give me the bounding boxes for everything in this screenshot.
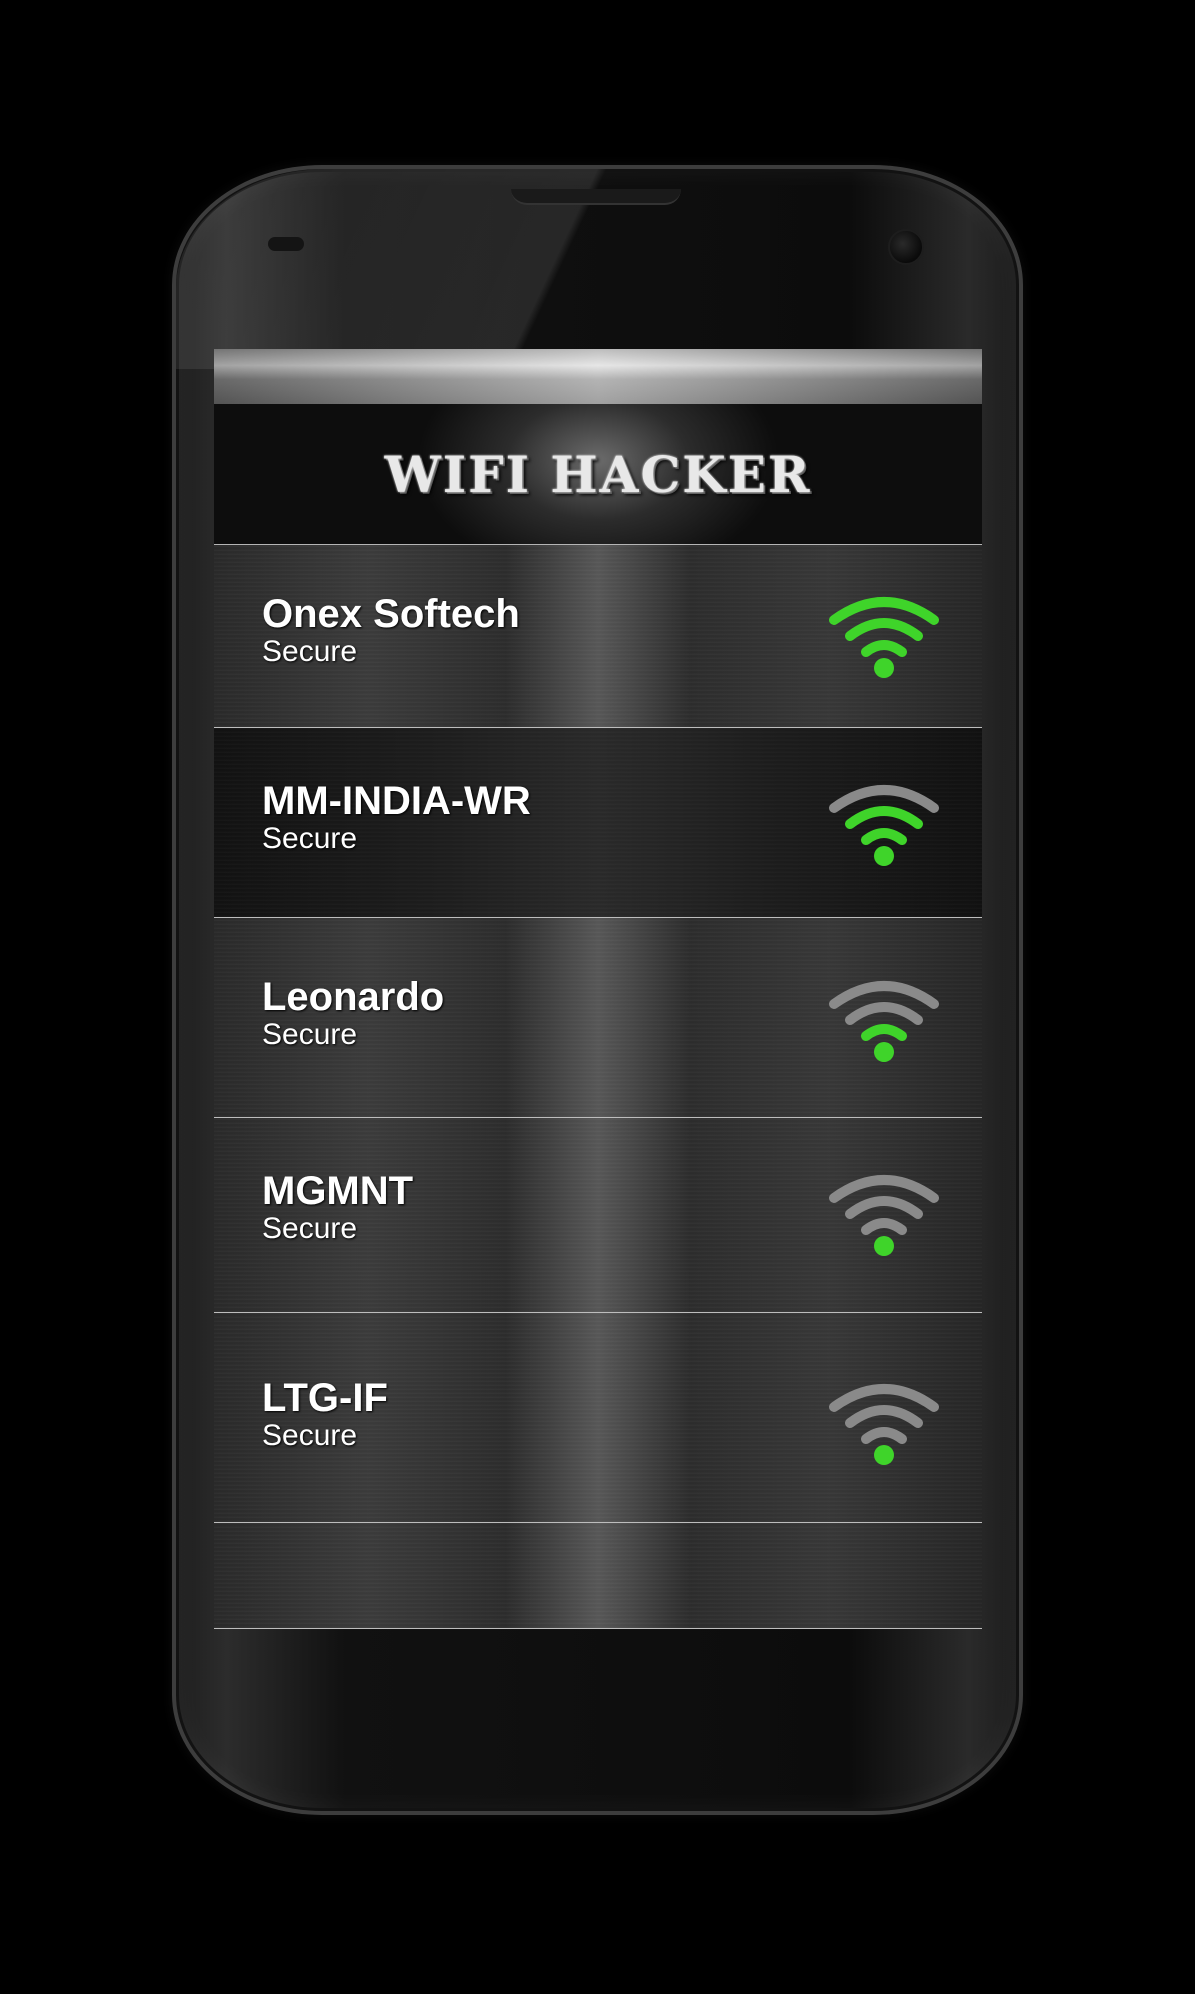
network-info: MM-INDIA-WR Secure [262, 780, 531, 856]
network-name: Onex Softech [262, 592, 520, 636]
network-info: Leonardo Secure [262, 976, 444, 1052]
network-status: Secure [262, 1018, 358, 1051]
top-metal-bar [214, 349, 982, 404]
network-name: LTG-IF [262, 1376, 388, 1420]
network-status: Secure [262, 822, 358, 855]
network-name: Leonardo [262, 975, 445, 1019]
wifi-signal-icon [829, 1175, 939, 1256]
empty-row [214, 1523, 982, 1629]
proximity-sensor [268, 237, 304, 251]
app-screen: WIFI HACKER Onex Softech Secure MM-INDIA… [214, 349, 982, 1629]
app-header: WIFI HACKER [214, 404, 982, 545]
wifi-signal-icon [829, 597, 939, 678]
network-name: MM-INDIA-WR [262, 779, 531, 823]
front-camera [888, 229, 924, 265]
network-info: Onex Softech Secure [262, 593, 520, 669]
earpiece-speaker [511, 189, 681, 205]
network-row[interactable]: MGMNT Secure [214, 1118, 982, 1313]
network-name: MGMNT [262, 1169, 414, 1213]
wifi-signal-icon [829, 981, 939, 1062]
network-row[interactable]: MM-INDIA-WR Secure [214, 728, 982, 918]
network-status: Secure [262, 1419, 358, 1452]
network-row[interactable]: LTG-IF Secure [214, 1313, 982, 1523]
network-row[interactable]: Onex Softech Secure [214, 545, 982, 728]
network-info: LTG-IF Secure [262, 1377, 388, 1453]
app-title: WIFI HACKER [384, 444, 812, 504]
wifi-signal-icon [829, 785, 939, 866]
network-status: Secure [262, 1212, 358, 1245]
network-row[interactable]: Leonardo Secure [214, 918, 982, 1118]
network-list: Onex Softech Secure MM-INDIA-WR Secure L… [214, 545, 982, 1629]
wifi-signal-icon [829, 1384, 939, 1465]
network-status: Secure [262, 635, 358, 668]
network-info: MGMNT Secure [262, 1170, 413, 1246]
